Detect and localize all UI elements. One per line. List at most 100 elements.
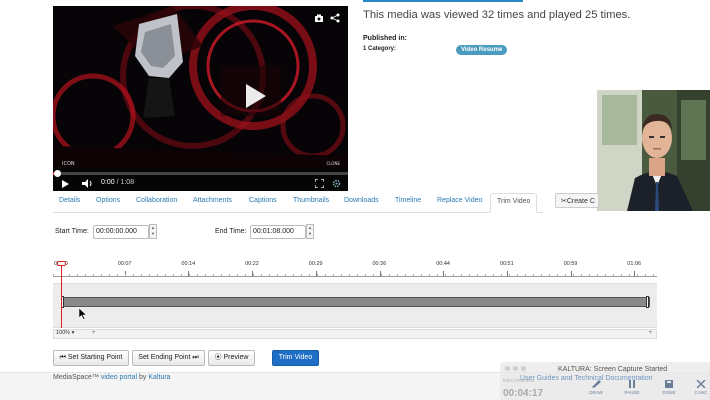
timeline-minor-tick bbox=[541, 274, 542, 277]
cancel-label: CANC bbox=[694, 390, 708, 395]
timeline-minor-tick bbox=[485, 274, 486, 277]
set-starting-point-button[interactable]: ⏮ Set Starting Point bbox=[53, 350, 129, 366]
kaltura-link[interactable]: Kaltura bbox=[148, 374, 170, 381]
tab-downloads[interactable]: Downloads bbox=[344, 197, 379, 204]
set-ending-point-button[interactable]: Set Ending Point ⏭ bbox=[132, 350, 205, 366]
timeline-minor-tick bbox=[397, 274, 398, 277]
timeline-tick-label: 00:29 bbox=[308, 261, 323, 267]
timeline-minor-tick bbox=[413, 274, 414, 277]
timeline-ruler[interactable]: 00:0000:0700:1400:2200:2900:3600:4400:51… bbox=[53, 261, 657, 281]
close-dot-icon[interactable] bbox=[505, 366, 510, 371]
tab-details[interactable]: Details bbox=[59, 197, 80, 204]
timeline-minor-tick bbox=[437, 274, 438, 277]
timeline-minor-tick bbox=[501, 274, 502, 277]
timeline-tick-label: 00:22 bbox=[245, 261, 259, 267]
volume-icon[interactable] bbox=[82, 179, 93, 188]
start-time-stepper[interactable]: ▲ ▼ bbox=[149, 224, 157, 239]
done-button[interactable]: DONE bbox=[658, 380, 680, 395]
timeline-minor-tick bbox=[533, 274, 534, 277]
media-tabs: Details Options Collaboration Attachment… bbox=[53, 193, 543, 213]
timeline-minor-tick bbox=[477, 274, 478, 277]
timeline-minor-tick bbox=[165, 274, 166, 277]
camera-icon[interactable] bbox=[314, 10, 324, 22]
set-end-label: Set Ending Point bbox=[138, 354, 191, 361]
timeline-minor-tick bbox=[269, 274, 270, 277]
timeline-tick-label: 00:07 bbox=[117, 261, 132, 267]
timeline-minor-tick bbox=[93, 274, 94, 277]
timeline-minor-tick bbox=[109, 274, 110, 277]
preview-label: Preview bbox=[223, 354, 249, 361]
create-clip-button[interactable]: ✂Create C bbox=[555, 193, 599, 208]
tab-collaboration[interactable]: Collaboration bbox=[136, 197, 177, 204]
duration: / 1:08 bbox=[116, 179, 135, 186]
start-time-input[interactable]: 00:00:00.000 bbox=[93, 225, 149, 239]
tab-thumbnails[interactable]: Thumbnails bbox=[293, 197, 329, 204]
category-badge[interactable]: Video Resume bbox=[456, 45, 508, 55]
timeline-minor-tick bbox=[557, 274, 558, 277]
timeline-minor-tick bbox=[69, 274, 70, 277]
published-in-label: Published in: bbox=[363, 35, 407, 42]
timeline-minor-tick bbox=[389, 274, 390, 277]
timeline-minor-tick bbox=[357, 274, 358, 277]
pencil-icon bbox=[592, 380, 601, 388]
zoom-in-right[interactable]: + bbox=[648, 330, 652, 336]
clip-end-handle[interactable] bbox=[646, 296, 649, 308]
minimize-dot-icon[interactable] bbox=[513, 366, 518, 371]
pause-label: PAUSE bbox=[624, 390, 640, 395]
timeline-tick-label: 01:06 bbox=[627, 261, 642, 267]
video-portal-link[interactable]: video portal bbox=[101, 374, 137, 381]
zoom-scrollbar[interactable]: 100% ▾ + + bbox=[53, 329, 657, 339]
fullscreen-icon[interactable] bbox=[315, 179, 324, 188]
timeline-minor-tick bbox=[517, 274, 518, 277]
timeline-minor-tick bbox=[125, 274, 126, 277]
timeline-tick-label: 00:36 bbox=[372, 261, 387, 267]
tab-replace-video[interactable]: Replace Video bbox=[437, 197, 482, 204]
clip-segment[interactable] bbox=[62, 297, 650, 307]
timeline-minor-tick bbox=[381, 274, 382, 277]
timeline-minor-tick bbox=[597, 274, 598, 277]
playhead[interactable] bbox=[61, 262, 62, 328]
current-time: 0:00 bbox=[101, 179, 115, 186]
tab-attachments[interactable]: Attachments bbox=[193, 197, 232, 204]
preview-button[interactable]: ⦿ Preview bbox=[208, 350, 255, 366]
timeline-minor-tick bbox=[133, 274, 134, 277]
tab-captions[interactable]: Captions bbox=[249, 197, 277, 204]
trim-video-button[interactable]: Trim Video bbox=[272, 350, 319, 366]
timeline-minor-tick bbox=[181, 274, 182, 277]
zoom-in-left[interactable]: + bbox=[92, 330, 96, 336]
gear-icon[interactable] bbox=[332, 179, 341, 188]
time-display: 0:00 / 1:08 bbox=[101, 179, 134, 186]
timeline-minor-tick bbox=[141, 274, 142, 277]
timeline-minor-tick bbox=[509, 274, 510, 277]
pause-button[interactable]: PAUSE bbox=[621, 380, 643, 395]
webcam-overlay bbox=[597, 90, 710, 211]
preview-icon: ⦿ bbox=[214, 354, 222, 361]
media-title-cropped bbox=[363, 0, 543, 2]
capture-title: KALTURA: Screen Capture Started bbox=[558, 366, 668, 373]
video-logo-right: CLONE bbox=[326, 161, 340, 166]
end-time-input[interactable]: 00:01:08.000 bbox=[250, 225, 306, 239]
tab-timeline[interactable]: Timeline bbox=[395, 197, 421, 204]
seek-bar[interactable] bbox=[53, 172, 348, 175]
timeline-minor-tick bbox=[229, 274, 230, 277]
zoom-select[interactable]: 100% ▾ bbox=[56, 330, 74, 336]
play-icon[interactable] bbox=[242, 82, 268, 110]
draw-button[interactable]: DRAW bbox=[585, 380, 607, 395]
end-time-label: End Time: bbox=[215, 228, 247, 235]
timeline-minor-tick bbox=[293, 274, 294, 277]
play-icon[interactable] bbox=[62, 180, 69, 188]
maximize-dot-icon[interactable] bbox=[521, 366, 526, 371]
timeline-minor-tick bbox=[117, 274, 118, 277]
timeline-minor-tick bbox=[365, 274, 366, 277]
footer-prefix: MediaSpace™ bbox=[53, 374, 99, 381]
tab-trim-video[interactable]: Trim Video bbox=[490, 193, 538, 213]
player-controls: 0:00 / 1:08 bbox=[53, 176, 348, 191]
video-player[interactable]: ICON CLONE 0:00 / 1:08 bbox=[53, 6, 348, 191]
timeline-minor-tick bbox=[261, 274, 262, 277]
cancel-button[interactable]: CANC bbox=[692, 380, 710, 395]
end-time-stepper[interactable]: ▲ ▼ bbox=[306, 224, 314, 239]
tab-options[interactable]: Options bbox=[96, 197, 120, 204]
playhead-handle[interactable] bbox=[57, 261, 66, 266]
share-icon[interactable] bbox=[330, 10, 340, 23]
timeline-tick-label: 00:44 bbox=[436, 261, 450, 267]
